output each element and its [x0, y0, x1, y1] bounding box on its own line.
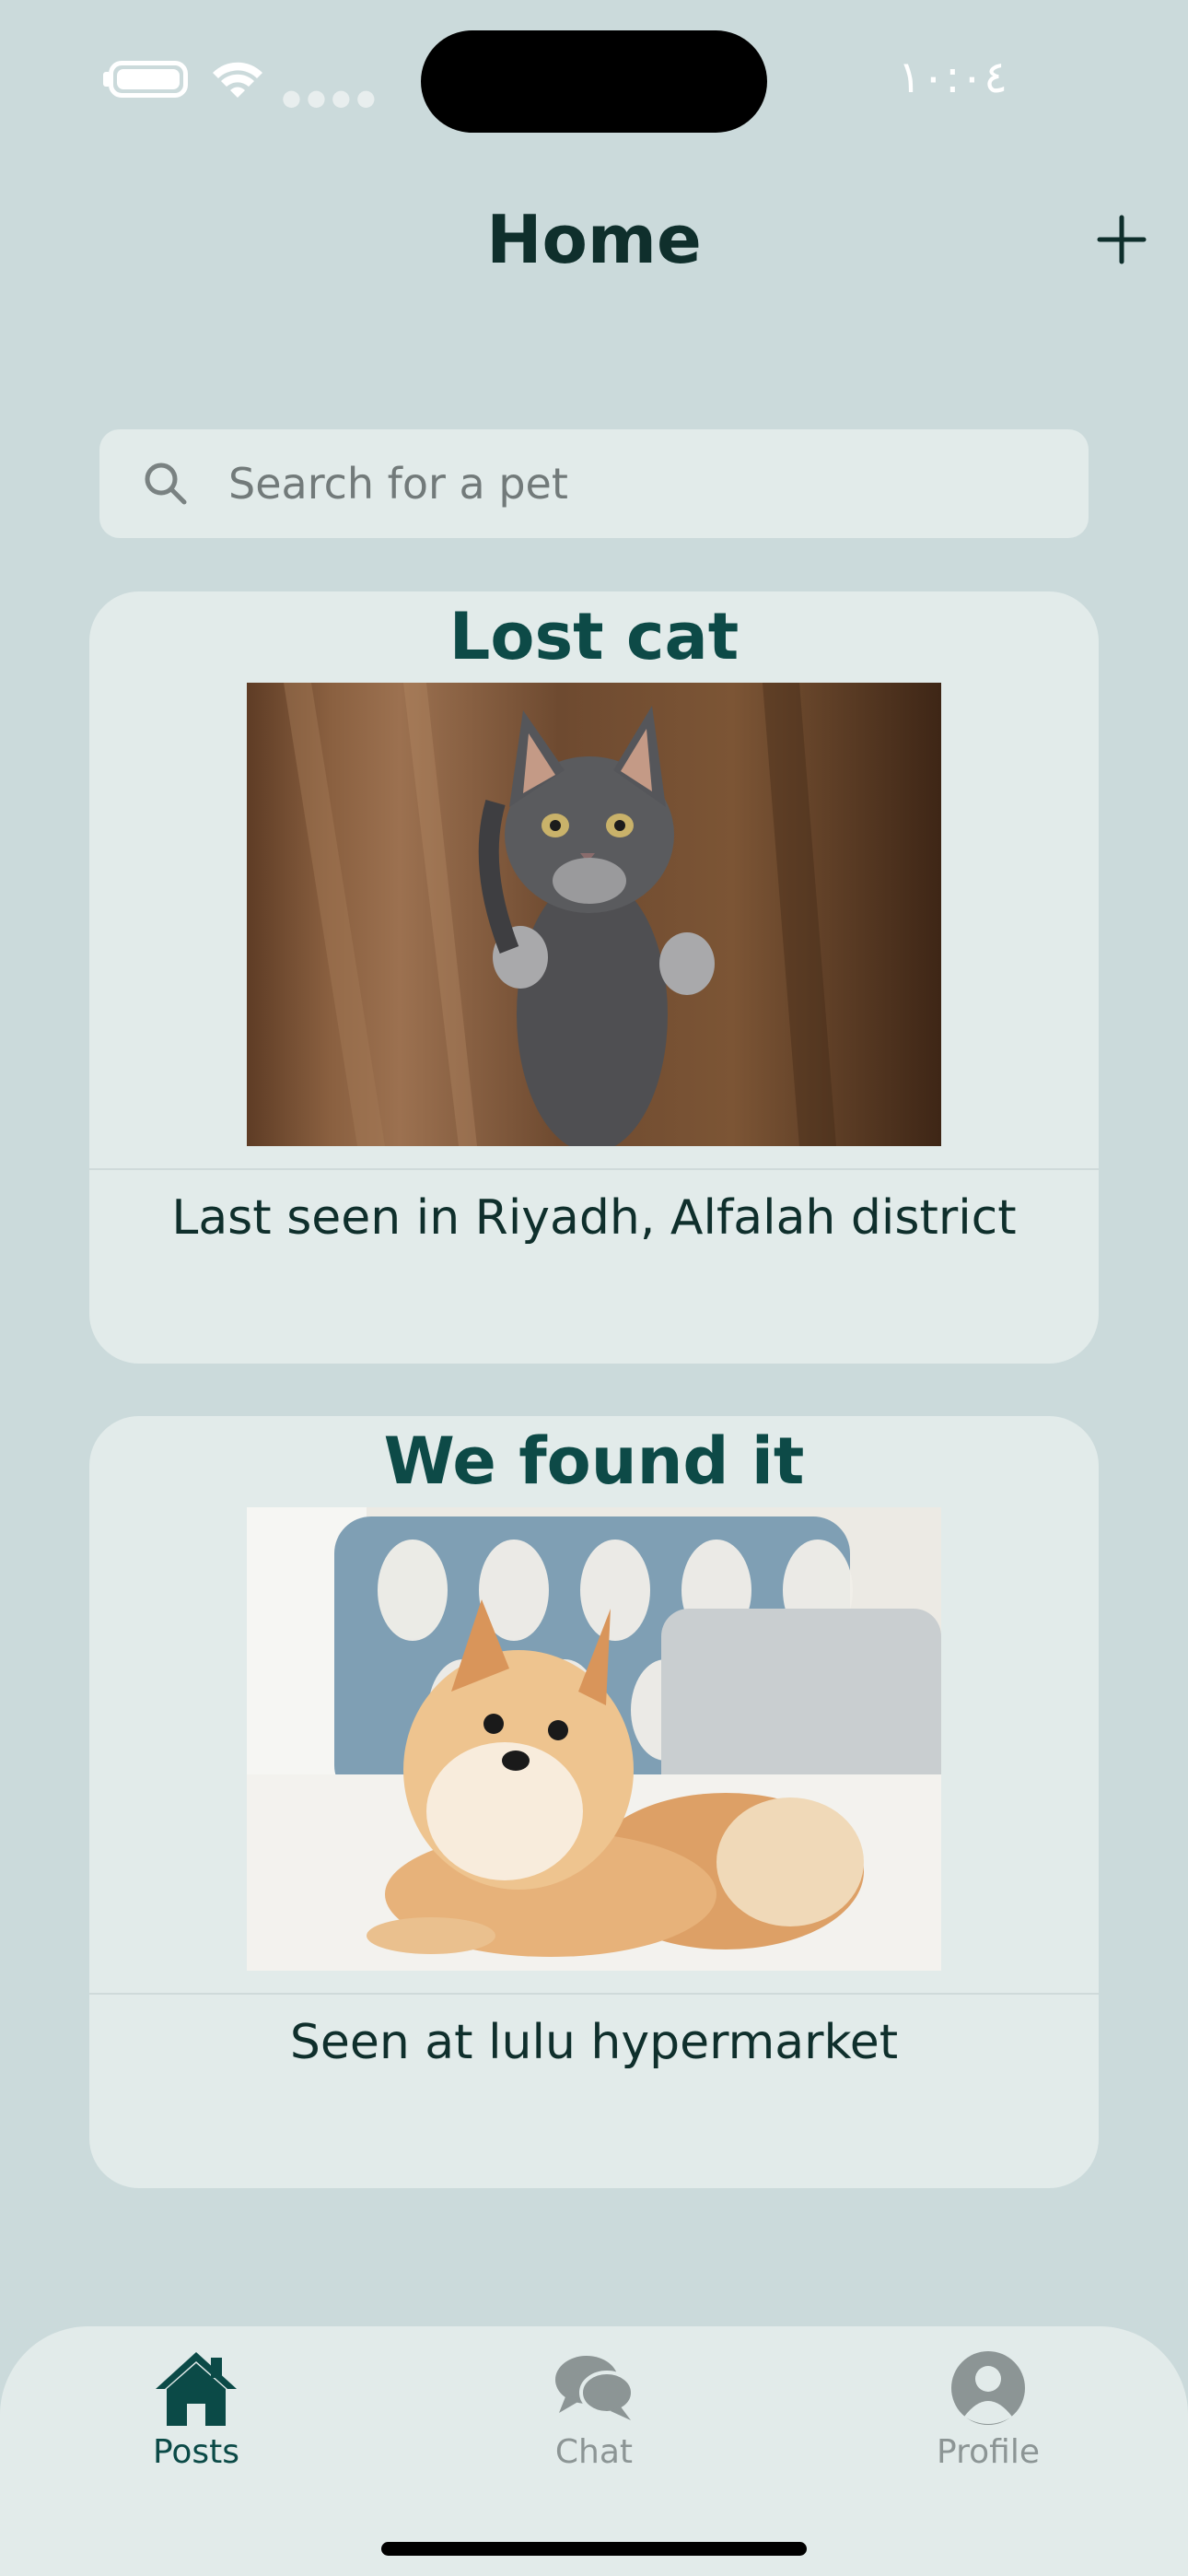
search-bar[interactable]	[99, 429, 1089, 538]
plus-icon	[1097, 215, 1147, 264]
dynamic-island	[421, 30, 767, 133]
add-post-button[interactable]	[1087, 205, 1157, 275]
tab-label: Profile	[937, 2433, 1040, 2471]
card-divider	[89, 1993, 1099, 1995]
post-title: We found it	[383, 1423, 805, 1499]
tab-label: Chat	[554, 2433, 634, 2471]
wifi-icon	[213, 62, 262, 98]
page-title: Home	[486, 201, 702, 278]
tab-profile[interactable]: Profile	[887, 2348, 1089, 2487]
post-title: Lost cat	[448, 599, 740, 674]
dog-photo[interactable]	[247, 1507, 941, 1971]
signal-icon: ●●●●	[282, 85, 381, 111]
status-bar: ●●●● ١٠:٠٤	[0, 0, 1188, 157]
tab-bar: Posts Chat Profile	[0, 2326, 1188, 2576]
search-input[interactable]	[227, 458, 1013, 509]
post-caption: Last seen in Riyadh, Alfalah district	[171, 1190, 1017, 1246]
post-card[interactable]: Lost cat Last seen in Riyadh, Alfalah di…	[89, 591, 1099, 1364]
tab-posts[interactable]: Posts	[95, 2348, 297, 2487]
tab-label: Posts	[152, 2433, 240, 2471]
chat-bubbles-icon	[555, 2356, 635, 2420]
cat-photo[interactable]	[247, 683, 941, 1146]
person-icon	[951, 2351, 1025, 2425]
search-icon	[145, 463, 187, 505]
battery-icon	[109, 61, 188, 98]
house-icon	[156, 2352, 237, 2426]
status-time: ١٠:٠٤	[897, 52, 1007, 103]
home-indicator[interactable]	[381, 2542, 807, 2556]
post-caption: Seen at lulu hypermarket	[289, 2015, 899, 2070]
card-divider	[89, 1168, 1099, 1170]
post-card[interactable]: We found it Seen at lulu hypermarket	[89, 1416, 1099, 2188]
tab-chat[interactable]: Chat	[493, 2348, 695, 2487]
